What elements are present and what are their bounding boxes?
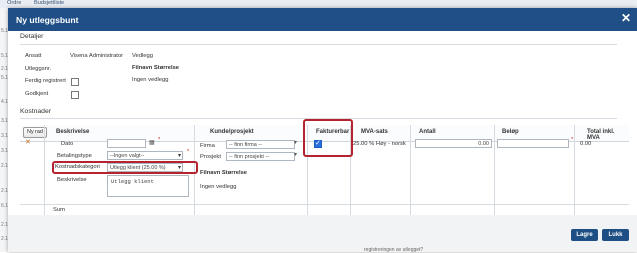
dato-label: Dato	[61, 141, 74, 147]
antall-input[interactable]: 0.00	[415, 139, 492, 148]
details-section-title: Detaljer	[20, 33, 44, 40]
ansatt-label: Ansatt	[25, 53, 42, 59]
new-expense-dialog: Ny utleggsbunt ✕ Detaljer Ansatt Visena …	[8, 8, 637, 252]
sum-divider	[20, 204, 629, 205]
belop-required-mark: *	[571, 137, 574, 143]
column-header-mva-sats: MVA-sats	[361, 129, 388, 135]
prosjekt-label: Prosjekt	[200, 154, 221, 160]
highlight-kostnadskategori	[52, 161, 198, 174]
background-tab-budsjettliste[interactable]: Budsjettliste	[34, 0, 64, 6]
column-header-beskrivelse: Beskrivelse	[56, 129, 90, 135]
save-button[interactable]: Lagre	[571, 229, 598, 241]
column-header-belop: Beløp	[502, 129, 519, 135]
beskrivelse-textarea[interactable]: Utlegg klient	[107, 175, 189, 197]
column-header-kunde-prosjekt: Kunde/prosjekt	[210, 129, 254, 135]
dialog-footer: Lagre Lukk	[8, 215, 637, 252]
table-separator	[44, 125, 45, 215]
details-divider	[20, 44, 617, 45]
cost-filename-header: Filnavn Størrelse	[200, 170, 248, 176]
total-value: 0.00	[580, 141, 592, 147]
dialog-title: Ny utleggsbunt	[16, 15, 79, 25]
godkjent-label: Godkjent	[25, 91, 49, 97]
beskrivelse-label: Beskrivelse	[57, 177, 87, 183]
utleggsnr-label: Utleggsnr.	[25, 66, 52, 72]
table-separator	[574, 125, 575, 215]
delete-row-icon[interactable]: ✕	[25, 138, 31, 146]
vedlegg-label: Vedlegg	[132, 53, 153, 59]
table-separator	[410, 125, 411, 215]
sum-label: Sum	[53, 207, 65, 213]
cost-no-attachment: Ingen vedlegg	[200, 184, 237, 190]
dialog-titlebar: Ny utleggsbunt ✕	[8, 8, 637, 31]
table-separator	[494, 125, 495, 215]
firma-label: Firma	[200, 143, 215, 149]
column-header-antall: Antall	[419, 129, 436, 135]
background-tab-ordre[interactable]: Ordre	[7, 0, 21, 6]
godkjent-checkbox[interactable]	[71, 91, 79, 99]
prosjekt-input[interactable]: -- finn prosjekt --	[226, 152, 295, 161]
ferdig-registrert-label: Ferdig registrert	[25, 78, 66, 84]
background-bottom-text: registreringen av utlegget?	[364, 247, 424, 253]
belop-input[interactable]	[497, 139, 569, 148]
close-icon[interactable]: ✕	[619, 11, 633, 27]
background-left-column: 5.1 5.1 2.1 5.1 4.1 3.1 3.1 3.1 2.1 2.1 …	[0, 8, 8, 252]
vedlegg-filename-header: Filnavn Størrelse	[132, 65, 180, 71]
date-input[interactable]	[107, 139, 146, 148]
mva-sats-value: 25.00 % Høy - norsk	[353, 141, 406, 147]
calendar-icon[interactable]: ▦	[149, 139, 155, 146]
highlight-fakturerbar	[303, 119, 353, 157]
firma-input[interactable]: -- finn firma --	[226, 140, 295, 149]
betalingstype-select[interactable]: --Ingen valgt--	[107, 151, 183, 160]
costs-section-title: Kostnader	[20, 108, 51, 115]
vedlegg-empty-text: Ingen vedlegg	[132, 77, 169, 83]
prosjekt-dropdown-icon[interactable]: ▾	[294, 151, 297, 158]
column-header-total-inkl-mva: Total inkl. MVA	[587, 129, 615, 141]
betalingstype-required-mark: *	[187, 149, 190, 155]
betalingstype-label: Betalingstype	[57, 153, 92, 159]
close-button[interactable]: Lukk	[602, 229, 629, 241]
ansatt-value: Visena Administrator	[70, 53, 124, 59]
firma-dropdown-icon[interactable]: ▾	[294, 139, 297, 146]
ferdig-registrert-checkbox[interactable]	[71, 78, 79, 86]
date-required-mark: *	[158, 137, 161, 143]
